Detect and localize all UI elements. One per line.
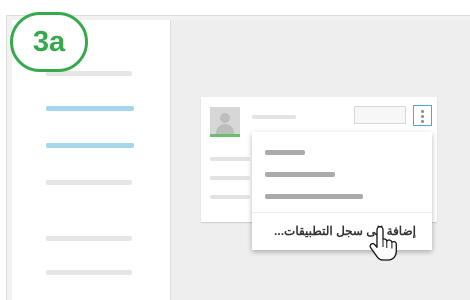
card-text-placeholder — [210, 195, 250, 199]
card-text-placeholder — [210, 157, 250, 161]
sidebar-item-placeholder[interactable] — [46, 180, 132, 185]
menu-item-placeholder[interactable] — [265, 194, 363, 199]
person-head-icon — [220, 113, 230, 123]
person-body-icon — [216, 124, 234, 134]
sidebar-item-placeholder[interactable] — [46, 236, 132, 241]
more-options-button[interactable] — [413, 105, 432, 126]
sidebar-item-placeholder[interactable] — [46, 270, 132, 275]
sidebar-item-active[interactable] — [46, 143, 134, 148]
add-to-app-log-menu-item[interactable]: إضافة إلى سجل التطبيقات... — [252, 213, 432, 250]
menu-item-placeholder[interactable] — [265, 150, 305, 155]
card-text-placeholder — [210, 176, 250, 180]
kebab-icon — [421, 115, 424, 118]
app-title-placeholder — [252, 115, 296, 119]
step-badge: 3a — [10, 12, 88, 72]
app-avatar-icon — [210, 107, 240, 137]
search-input[interactable] — [354, 106, 406, 124]
kebab-icon — [421, 110, 424, 113]
menu-item-placeholder[interactable] — [265, 172, 335, 177]
tutorial-screenshot: إضافة إلى سجل التطبيقات... 3a — [0, 0, 470, 300]
sidebar-item-active[interactable] — [46, 106, 134, 111]
kebab-icon — [421, 120, 424, 123]
